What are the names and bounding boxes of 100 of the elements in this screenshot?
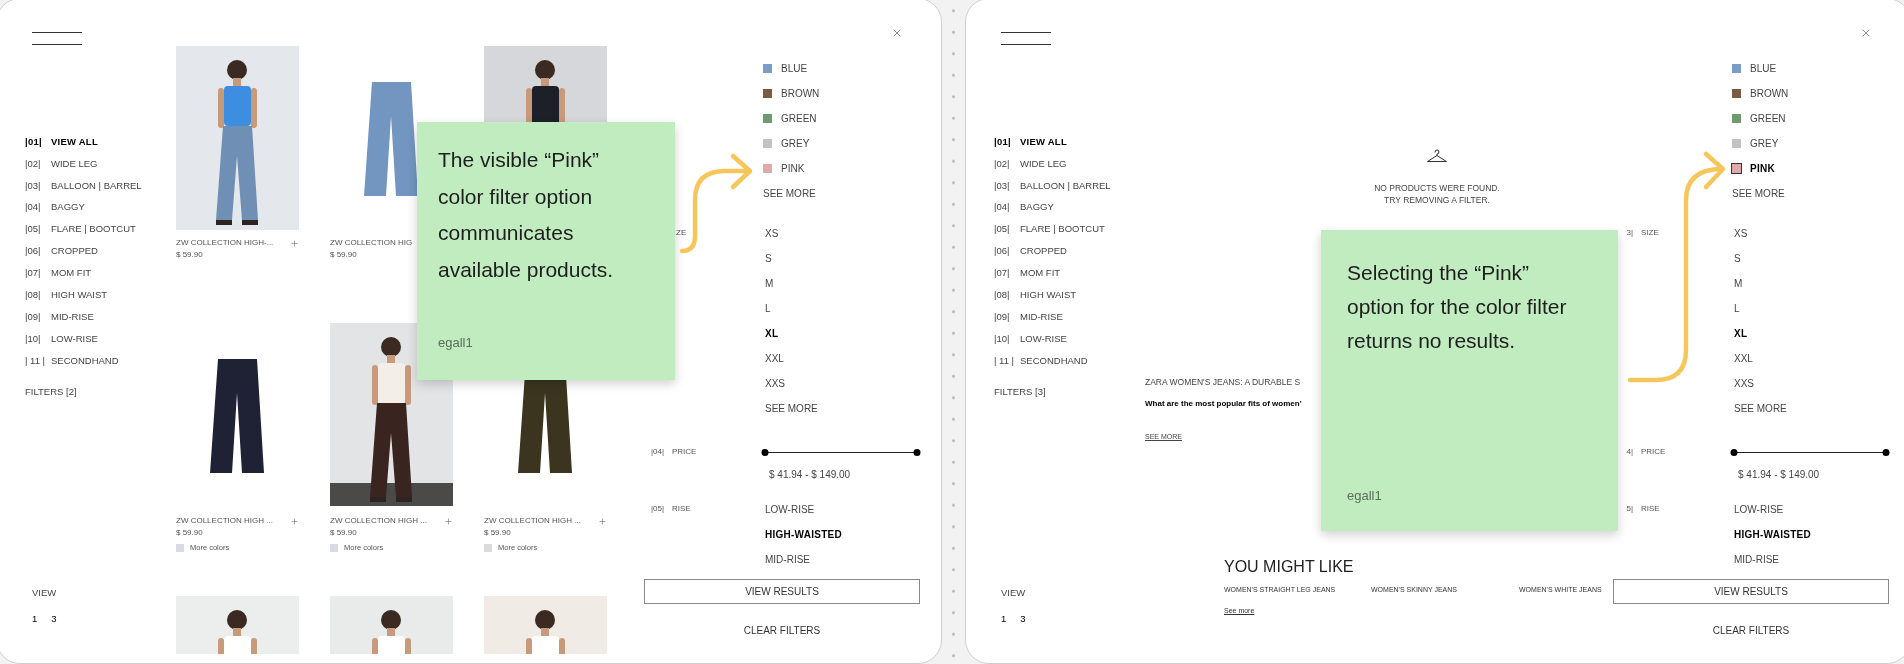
- size-option[interactable]: L: [765, 295, 941, 321]
- size-option[interactable]: XS: [1734, 220, 1904, 246]
- category-link[interactable]: |02| WIDE LEG: [994, 152, 1145, 175]
- empty-message: TRY REMOVING A FILTER.: [1384, 194, 1490, 206]
- clear-filters-button[interactable]: CLEAR FILTERS: [644, 620, 920, 640]
- color-swatch-icon: [484, 544, 492, 552]
- color-option[interactable]: GREY: [1732, 130, 1904, 156]
- product-price: $ 59.90: [330, 249, 358, 261]
- product-name[interactable]: ZW COLLECTION HIGH ...: [330, 515, 427, 527]
- empty-message: NO PRODUCTS WERE FOUND.: [1374, 182, 1500, 194]
- category-link[interactable]: |10| LOW-RISE: [25, 328, 176, 350]
- view-results-button[interactable]: VIEW RESULTS: [644, 579, 920, 604]
- slider-thumb[interactable]: [1882, 448, 1890, 456]
- menu-icon[interactable]: [32, 32, 82, 45]
- note-author: egall1: [1347, 486, 1383, 505]
- category-link[interactable]: |08| HIGH WAIST: [25, 284, 176, 307]
- category-link[interactable]: |06| CROPPED: [25, 240, 176, 263]
- filters-link[interactable]: FILTERS [3]: [994, 381, 1145, 402]
- clear-filters-button[interactable]: CLEAR FILTERS: [1613, 620, 1889, 640]
- close-icon[interactable]: [891, 27, 903, 39]
- color-option[interactable]: PINK: [1732, 155, 1904, 181]
- category-link[interactable]: |07| MOM FIT: [994, 262, 1145, 285]
- price-range: $ 41.94 - $ 149.00: [768, 468, 852, 482]
- category-link[interactable]: | 11 | SECONDHAND: [994, 349, 1145, 372]
- category-link[interactable]: | 11 | SECONDHAND: [25, 349, 176, 372]
- filter-label: |04| PRICE: [649, 446, 698, 458]
- seo-title: ZARA WOMEN'S JEANS: A DURABLE S: [1145, 376, 1302, 388]
- sticky-note[interactable]: The visible “Pink” color filter option communicates available products. egall1: [417, 122, 675, 380]
- slider-thumb[interactable]: [761, 448, 769, 456]
- color-option[interactable]: BROWN: [1732, 80, 1904, 106]
- see-more-link[interactable]: SEE MORE: [765, 395, 941, 421]
- menu-icon[interactable]: [1001, 32, 1051, 45]
- section-heading: YOU MIGHT LIKE: [1224, 557, 1354, 577]
- view-option[interactable]: 1: [1001, 611, 1007, 626]
- product-price: $ 59.90: [330, 527, 358, 539]
- color-option[interactable]: GREY: [763, 130, 941, 156]
- category-link[interactable]: |01| VIEW ALL: [25, 131, 176, 153]
- size-option[interactable]: S: [765, 245, 941, 271]
- filter-label: |05| RISE: [649, 503, 692, 515]
- category-link[interactable]: |08| HIGH WAIST: [994, 284, 1145, 307]
- rise-option[interactable]: MID-RISE: [1734, 546, 1904, 572]
- color-swatch-icon: [330, 544, 338, 552]
- close-icon[interactable]: [1860, 27, 1872, 39]
- rise-option[interactable]: HIGH-WAISTED: [765, 521, 941, 547]
- category-link[interactable]: |05| FLARE | BOOTCUT: [994, 218, 1145, 241]
- size-option[interactable]: XXS: [1734, 370, 1904, 396]
- size-option[interactable]: XL: [1734, 320, 1904, 346]
- see-more-link[interactable]: SEE MORE: [1732, 180, 1904, 206]
- category-link[interactable]: |07| MOM FIT: [25, 262, 176, 285]
- product-name[interactable]: ZW COLLECTION HIGH ...: [484, 515, 581, 527]
- product-name[interactable]: ZW COLLECTION HIG: [330, 237, 413, 249]
- category-link[interactable]: |06| CROPPED: [994, 240, 1145, 263]
- category-link[interactable]: |01| VIEW ALL: [994, 131, 1145, 153]
- size-option[interactable]: M: [765, 270, 941, 296]
- seo-question: What are the most popular fits of women': [1145, 398, 1303, 410]
- view-option[interactable]: 1: [32, 611, 38, 626]
- category-link[interactable]: |03| BALLOON | BARREL: [994, 174, 1145, 197]
- color-option[interactable]: GREEN: [763, 105, 941, 131]
- color-option[interactable]: BROWN: [763, 80, 941, 106]
- category-link[interactable]: |04| BAGGY: [994, 196, 1145, 219]
- filter-label: ZE: [675, 227, 688, 239]
- category-link[interactable]: |10| LOW-RISE: [994, 328, 1145, 350]
- category-link[interactable]: |04| BAGGY: [25, 196, 176, 219]
- view-option[interactable]: 3: [1020, 611, 1026, 626]
- size-option[interactable]: XXL: [1734, 345, 1904, 371]
- note-text: Selecting the “Pink” option for the color filter returns no results.: [1347, 260, 1568, 354]
- view-option[interactable]: 3: [51, 611, 57, 626]
- slider-thumb[interactable]: [1730, 448, 1738, 456]
- view-results-button[interactable]: VIEW RESULTS: [1613, 579, 1889, 604]
- rise-option[interactable]: HIGH-WAISTED: [1734, 521, 1904, 547]
- size-option[interactable]: XS: [765, 220, 941, 246]
- rise-option[interactable]: LOW-RISE: [765, 496, 941, 522]
- size-option[interactable]: XL: [765, 320, 941, 346]
- color-option[interactable]: GREEN: [1732, 105, 1904, 131]
- product-price: $ 59.90: [176, 249, 204, 261]
- slider-thumb[interactable]: [913, 448, 921, 456]
- category-link[interactable]: |09| MID-RISE: [25, 306, 176, 328]
- size-option[interactable]: S: [1734, 245, 1904, 271]
- category-link[interactable]: |05| FLARE | BOOTCUT: [25, 218, 176, 241]
- size-option[interactable]: XXS: [765, 370, 941, 396]
- see-more-link[interactable]: SEE MORE: [1734, 395, 1904, 421]
- size-option[interactable]: L: [1734, 295, 1904, 321]
- color-option[interactable]: BLUE: [763, 55, 941, 81]
- rise-option[interactable]: LOW-RISE: [1734, 496, 1904, 522]
- category-link[interactable]: |03| BALLOON | BARREL: [25, 174, 176, 197]
- product-price: $ 59.90: [484, 527, 512, 539]
- filters-link[interactable]: FILTERS [2]: [25, 381, 176, 402]
- view-label: VIEW: [32, 585, 58, 600]
- category-link[interactable]: |09| MID-RISE: [994, 306, 1145, 328]
- see-more-link[interactable]: SEE MORE: [763, 180, 941, 206]
- size-option[interactable]: M: [1734, 270, 1904, 296]
- price-range: $ 41.94 - $ 149.00: [1737, 468, 1821, 482]
- color-option[interactable]: BLUE: [1732, 55, 1904, 81]
- product-name[interactable]: ZW COLLECTION HIGH-...: [176, 237, 274, 249]
- size-option[interactable]: XXL: [765, 345, 941, 371]
- category-link[interactable]: |02| WIDE LEG: [25, 152, 176, 175]
- product-name[interactable]: ZW COLLECTION HIGH ...: [176, 515, 273, 527]
- rise-option[interactable]: MID-RISE: [765, 546, 941, 572]
- color-option[interactable]: PINK: [763, 155, 941, 181]
- sticky-note[interactable]: Selecting the “Pink” option for the color filter returns no results. egall1: [1321, 230, 1618, 531]
